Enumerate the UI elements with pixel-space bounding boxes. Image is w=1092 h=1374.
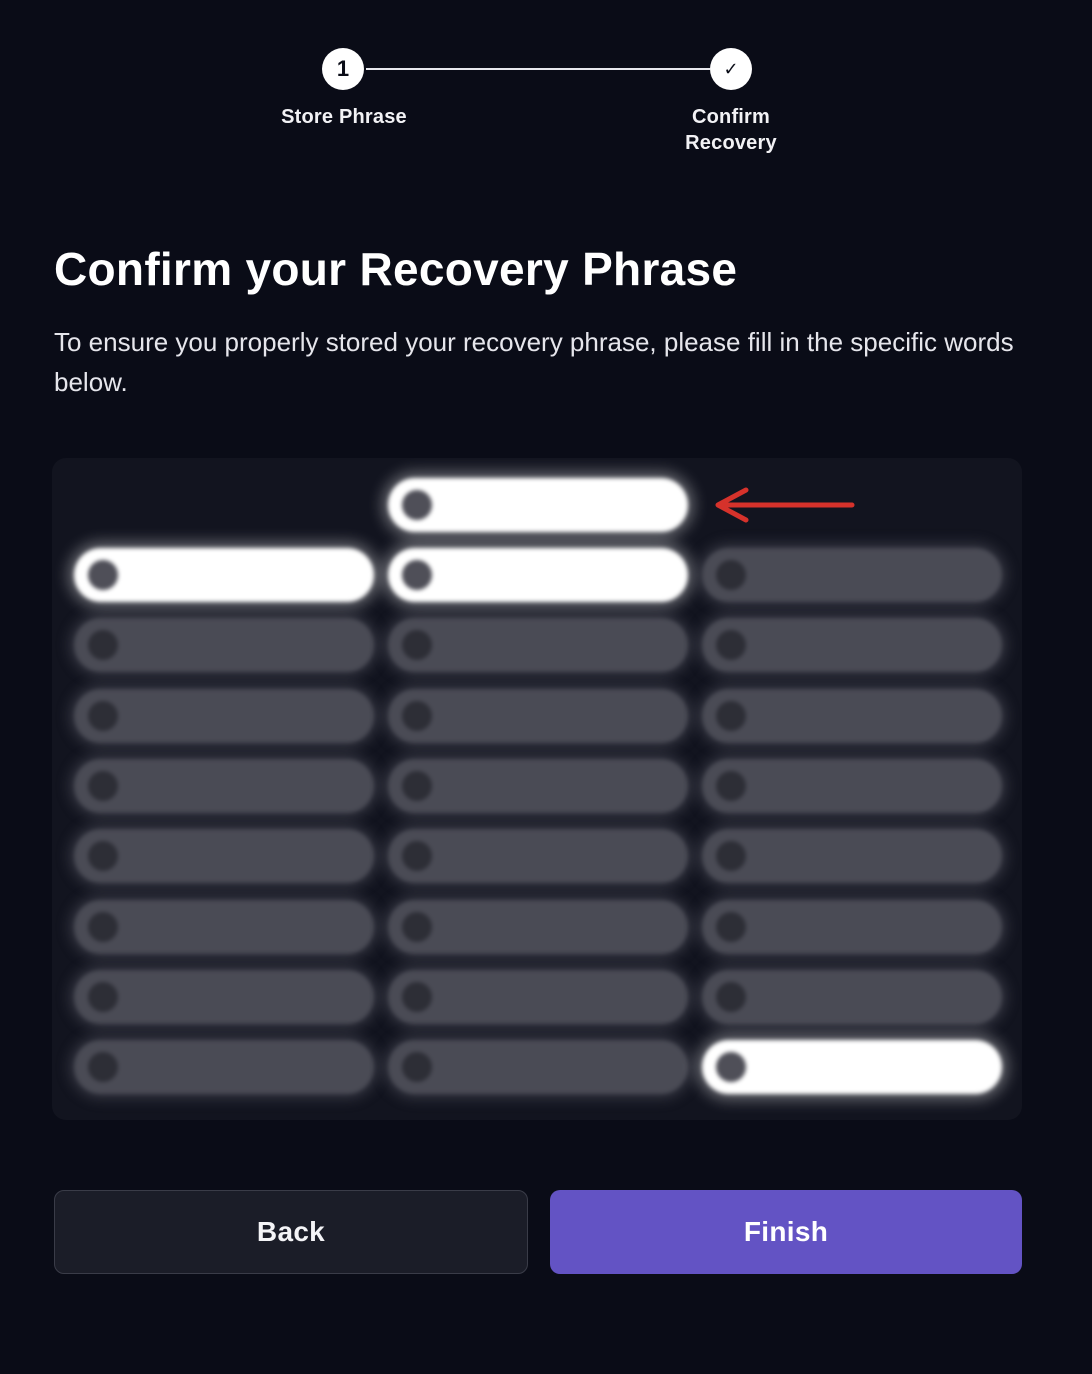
word-index-badge xyxy=(88,912,118,942)
word-pill[interactable] xyxy=(388,618,688,672)
progress-stepper: 1 ✓ Store Phrase Confirm Recovery xyxy=(0,0,1092,170)
word-index-badge xyxy=(716,1052,746,1082)
word-pill[interactable] xyxy=(74,689,374,743)
word-pill[interactable] xyxy=(388,1040,688,1094)
word-index-badge xyxy=(402,701,432,731)
word-index-badge xyxy=(402,982,432,1012)
word-pill[interactable] xyxy=(74,900,374,954)
word-index-badge xyxy=(716,701,746,731)
word-pill[interactable] xyxy=(74,829,374,883)
word-index-badge xyxy=(402,1052,432,1082)
word-index-badge xyxy=(716,912,746,942)
word-index-badge xyxy=(402,490,432,520)
step-2-label: Confirm Recovery xyxy=(685,106,777,154)
word-index-badge xyxy=(88,771,118,801)
word-pill[interactable] xyxy=(702,900,1002,954)
word-pill[interactable] xyxy=(388,548,688,602)
step-1-label: Store Phrase xyxy=(281,106,407,128)
word-index-badge xyxy=(88,982,118,1012)
word-grid-panel xyxy=(52,458,1022,1120)
word-index-badge xyxy=(88,701,118,731)
word-pill[interactable] xyxy=(74,548,374,602)
word-pill[interactable] xyxy=(388,689,688,743)
word-index-badge xyxy=(716,982,746,1012)
word-index-badge xyxy=(402,630,432,660)
annotation-arrow-icon xyxy=(715,487,855,523)
word-pill[interactable] xyxy=(74,618,374,672)
word-pill[interactable] xyxy=(388,900,688,954)
word-index-badge xyxy=(402,841,432,871)
word-index-badge xyxy=(402,771,432,801)
word-pill[interactable] xyxy=(74,970,374,1024)
word-pill[interactable] xyxy=(388,759,688,813)
word-pill[interactable] xyxy=(702,1040,1002,1094)
word-pill[interactable] xyxy=(702,548,1002,602)
word-pill[interactable] xyxy=(702,759,1002,813)
stepper-connector-line xyxy=(366,68,710,70)
word-index-badge xyxy=(716,771,746,801)
word-pill[interactable] xyxy=(702,618,1002,672)
word-index-badge xyxy=(88,630,118,660)
word-index-badge xyxy=(88,560,118,590)
word-pill[interactable] xyxy=(702,970,1002,1024)
word-index-badge xyxy=(716,841,746,871)
word-pill[interactable] xyxy=(74,1040,374,1094)
word-pill-top[interactable] xyxy=(388,478,688,532)
word-pill[interactable] xyxy=(74,759,374,813)
word-pill[interactable] xyxy=(388,970,688,1024)
word-index-badge xyxy=(88,841,118,871)
word-index-badge xyxy=(402,560,432,590)
page-description: To ensure you properly stored your recov… xyxy=(54,327,1014,397)
word-pill[interactable] xyxy=(702,829,1002,883)
word-index-badge xyxy=(716,560,746,590)
checkmark-icon: ✓ xyxy=(710,48,752,90)
page-title: Confirm your Recovery Phrase xyxy=(54,243,738,295)
word-index-badge xyxy=(402,912,432,942)
word-pill[interactable] xyxy=(702,689,1002,743)
finish-button[interactable]: Finish xyxy=(550,1190,1022,1274)
word-index-badge xyxy=(716,630,746,660)
word-pill[interactable] xyxy=(388,829,688,883)
step-1-badge: 1 xyxy=(322,48,364,90)
confirm-phrase-page: 1 ✓ Store Phrase Confirm Recovery Confir… xyxy=(0,0,1092,1374)
word-index-badge xyxy=(88,1052,118,1082)
back-button[interactable]: Back xyxy=(54,1190,528,1274)
